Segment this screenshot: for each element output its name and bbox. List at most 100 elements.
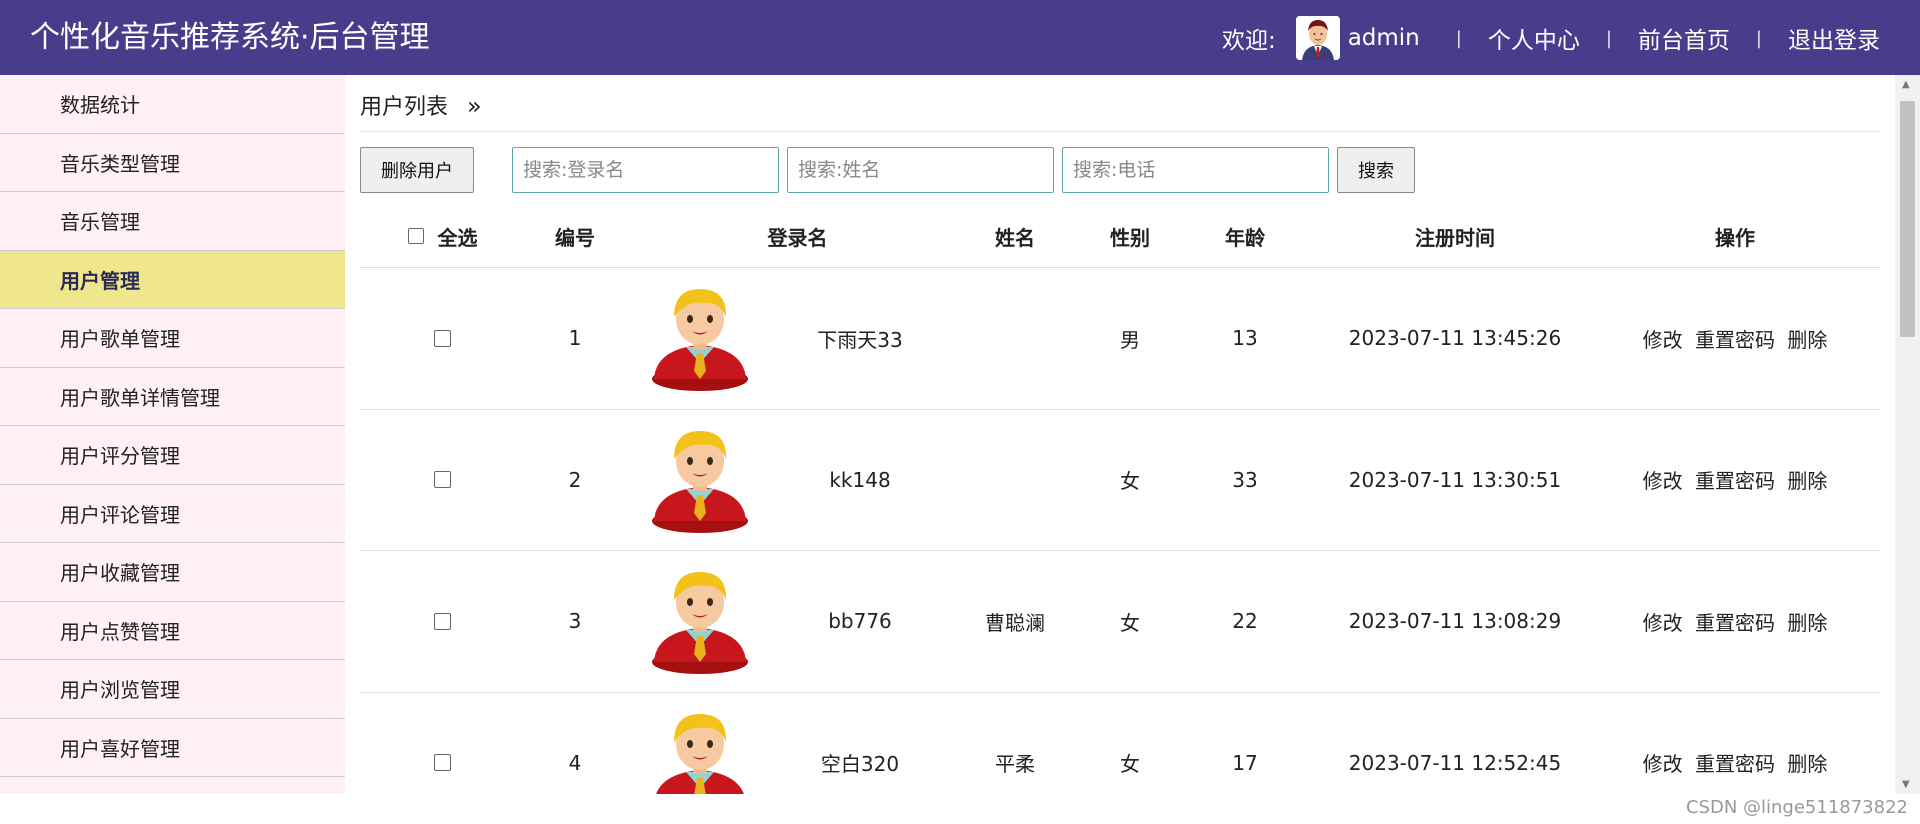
- nav-separator: |: [1455, 27, 1462, 49]
- nav-frontend-home[interactable]: 前台首页: [1638, 21, 1730, 55]
- divider: [360, 131, 1880, 132]
- row-login-cell: 下雨天33: [625, 283, 970, 393]
- sidebar-item-music[interactable]: 音乐管理: [0, 192, 345, 251]
- row-checkbox[interactable]: [434, 329, 451, 347]
- user-avatar-icon: [652, 289, 748, 392]
- row-ops: 修改 重置密码 删除: [1620, 748, 1850, 777]
- sidebar-item-statistics[interactable]: 数据统计: [0, 75, 345, 134]
- row-login-cell: 空白320: [625, 708, 970, 794]
- sidebar-item-playlist-details[interactable]: 用户歌单详情管理: [0, 368, 345, 426]
- user-avatar-icon: [652, 430, 748, 533]
- breadcrumb-label: 用户列表: [360, 95, 449, 120]
- header-name: 姓名: [995, 225, 1035, 250]
- delete-user-button[interactable]: 删除用户: [360, 147, 474, 193]
- nav-personal-center[interactable]: 个人中心: [1488, 21, 1580, 55]
- table-header: 全选 编号 登录名 姓名 性别 年龄 注册时间 操作: [360, 205, 1880, 268]
- select-all-checkbox[interactable]: [407, 228, 424, 244]
- row-check-cell: [360, 612, 525, 630]
- header-ops: 操作: [1715, 225, 1755, 250]
- vertical-scrollbar[interactable]: ▲ ▼: [1895, 75, 1920, 794]
- user-table: 全选 编号 登录名 姓名 性别 年龄 注册时间 操作 1 下雨天33 男 13 …: [360, 205, 1880, 794]
- delete-link[interactable]: 删除: [1787, 469, 1827, 493]
- search-button[interactable]: 搜索: [1337, 147, 1415, 193]
- search-phone-input[interactable]: [1062, 147, 1329, 193]
- row-checkbox[interactable]: [434, 471, 451, 489]
- row-id: 1: [568, 326, 582, 351]
- row-name: 平柔: [995, 752, 1035, 777]
- sidebar-item-preferences[interactable]: 用户喜好管理: [0, 719, 345, 777]
- row-id: 3: [568, 609, 582, 634]
- row-time: 2023-07-11 13:30:51: [1348, 467, 1562, 492]
- delete-link[interactable]: 删除: [1787, 328, 1827, 352]
- reset-password-link[interactable]: 重置密码: [1695, 752, 1775, 776]
- row-time: 2023-07-11 13:08:29: [1348, 609, 1562, 634]
- row-ops: 修改 重置密码 删除: [1620, 607, 1850, 636]
- row-login: 空白320: [820, 752, 900, 777]
- row-time: 2023-07-11 12:52:45: [1348, 750, 1562, 775]
- toolbar: 删除用户 搜索: [360, 146, 1415, 194]
- welcome-text: 欢迎:: [1221, 28, 1276, 54]
- delete-link[interactable]: 删除: [1787, 752, 1827, 776]
- sidebar-item-comments[interactable]: 用户评论管理: [0, 485, 345, 543]
- main-content: 用户列表 » 删除用户 搜索 全选 编号 登录名 姓名 性别 年龄 注册时间 操…: [360, 75, 1880, 794]
- select-all-cell: 全选: [360, 222, 525, 251]
- row-checkbox[interactable]: [434, 612, 451, 630]
- row-login-cell: bb776: [625, 566, 970, 676]
- breadcrumb: 用户列表 »: [360, 89, 482, 121]
- reset-password-link[interactable]: 重置密码: [1695, 328, 1775, 352]
- delete-link[interactable]: 删除: [1787, 611, 1827, 635]
- row-id: 2: [568, 467, 582, 492]
- top-header: 个性化音乐推荐系统·后台管理 欢迎: admin | 个人中心 | 前台首页 |…: [0, 0, 1920, 75]
- nav-separator: |: [1605, 27, 1612, 49]
- row-id: 4: [568, 750, 582, 775]
- sidebar-item-likes[interactable]: 用户点赞管理: [0, 602, 345, 660]
- table-row: 2 kk148 女 33 2023-07-11 13:30:51 修改 重置密码…: [360, 410, 1880, 551]
- sidebar-item-music-types[interactable]: 音乐类型管理: [0, 134, 345, 192]
- row-login-cell: kk148: [625, 425, 970, 535]
- user-avatar-icon: [656, 713, 744, 794]
- row-check-cell: [360, 754, 525, 772]
- edit-link[interactable]: 修改: [1643, 328, 1683, 352]
- scroll-thumb[interactable]: [1900, 101, 1915, 337]
- row-login: 下雨天33: [817, 327, 903, 352]
- row-login: kk148: [829, 467, 891, 492]
- edit-link[interactable]: 修改: [1643, 752, 1683, 776]
- select-all-label: 全选: [437, 225, 478, 250]
- sidebar-item-favorites[interactable]: 用户收藏管理: [0, 543, 345, 602]
- scroll-up-icon[interactable]: ▲: [1902, 79, 1910, 90]
- edit-link[interactable]: 修改: [1643, 469, 1683, 493]
- watermark: CSDN @linge511873822: [1685, 797, 1908, 818]
- header-time: 注册时间: [1415, 225, 1495, 250]
- row-age: 33: [1232, 467, 1258, 492]
- header-gender: 性别: [1110, 225, 1150, 250]
- edit-link[interactable]: 修改: [1643, 611, 1683, 635]
- row-gender: 女: [1120, 469, 1140, 494]
- search-login-input[interactable]: [512, 147, 779, 193]
- row-ops: 修改 重置密码 删除: [1620, 324, 1850, 353]
- breadcrumb-arrow-icon: »: [467, 92, 482, 120]
- header-login: 登录名: [767, 225, 828, 250]
- top-nav: 欢迎: admin | 个人中心 | 前台首页 | 退出登录: [1222, 16, 1880, 60]
- row-time: 2023-07-11 13:45:26: [1348, 326, 1562, 351]
- sidebar-item-playlists[interactable]: 用户歌单管理: [0, 309, 345, 368]
- sidebar-item-users[interactable]: 用户管理: [0, 250, 345, 309]
- scroll-down-icon[interactable]: ▼: [1902, 779, 1910, 790]
- sidebar: 数据统计 音乐类型管理 音乐管理 用户管理 用户歌单管理 用户歌单详情管理 用户…: [0, 75, 345, 794]
- reset-password-link[interactable]: 重置密码: [1695, 611, 1775, 635]
- row-age: 17: [1232, 750, 1258, 775]
- row-age: 13: [1232, 326, 1258, 351]
- row-check-cell: [360, 329, 525, 347]
- row-gender: 男: [1120, 327, 1140, 352]
- user-avatar[interactable]: [1295, 16, 1340, 60]
- row-name: 曹聪澜: [985, 610, 1045, 635]
- row-check-cell: [360, 471, 525, 489]
- nav-logout[interactable]: 退出登录: [1788, 21, 1880, 55]
- table-row: 3 bb776 曹聪澜 女 22 2023-07-11 13:08:29 修改 …: [360, 551, 1880, 693]
- reset-password-link[interactable]: 重置密码: [1695, 469, 1775, 493]
- nav-separator: |: [1755, 27, 1762, 49]
- username-label: admin: [1347, 25, 1420, 51]
- search-name-input[interactable]: [787, 147, 1054, 193]
- row-checkbox[interactable]: [434, 754, 451, 772]
- sidebar-item-browsing[interactable]: 用户浏览管理: [0, 660, 345, 719]
- sidebar-item-ratings[interactable]: 用户评分管理: [0, 426, 345, 485]
